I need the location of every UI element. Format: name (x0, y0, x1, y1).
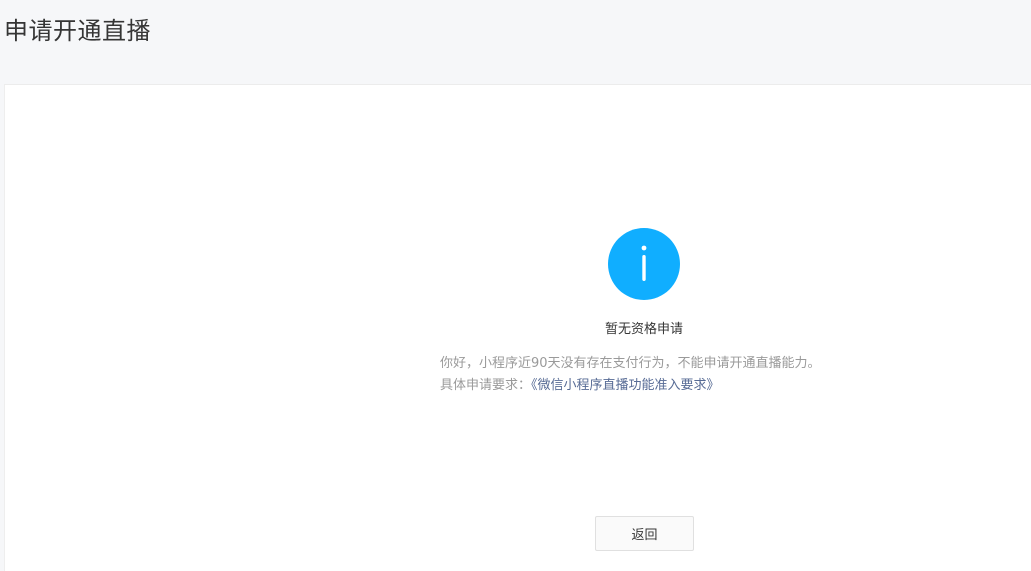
status-description: 你好，小程序近90天没有存在支付行为，不能申请开通直播能力。 具体申请要求：《微… (440, 353, 880, 397)
requirement-line: 具体申请要求：《微信小程序直播功能准入要求》 (440, 375, 880, 397)
requirement-prefix: 具体申请要求： (440, 378, 532, 393)
requirement-link[interactable]: 《微信小程序直播功能准入要求》 (531, 378, 720, 393)
page: 申请开通直播 暂无资格申请 你好，小程序近90天没有存在支付行为，不能申请开通直… (0, 0, 1031, 571)
status-title: 暂无资格申请 (604, 322, 683, 337)
page-title: 申请开通直播 (4, 17, 151, 45)
content-card: 暂无资格申请 你好，小程序近90天没有存在支付行为，不能申请开通直播能力。 具体… (4, 84, 1031, 571)
status-message: 你好，小程序近90天没有存在支付行为，不能申请开通直播能力。 (440, 356, 821, 371)
back-button[interactable]: 返回 (595, 516, 694, 551)
info-icon (608, 228, 680, 300)
